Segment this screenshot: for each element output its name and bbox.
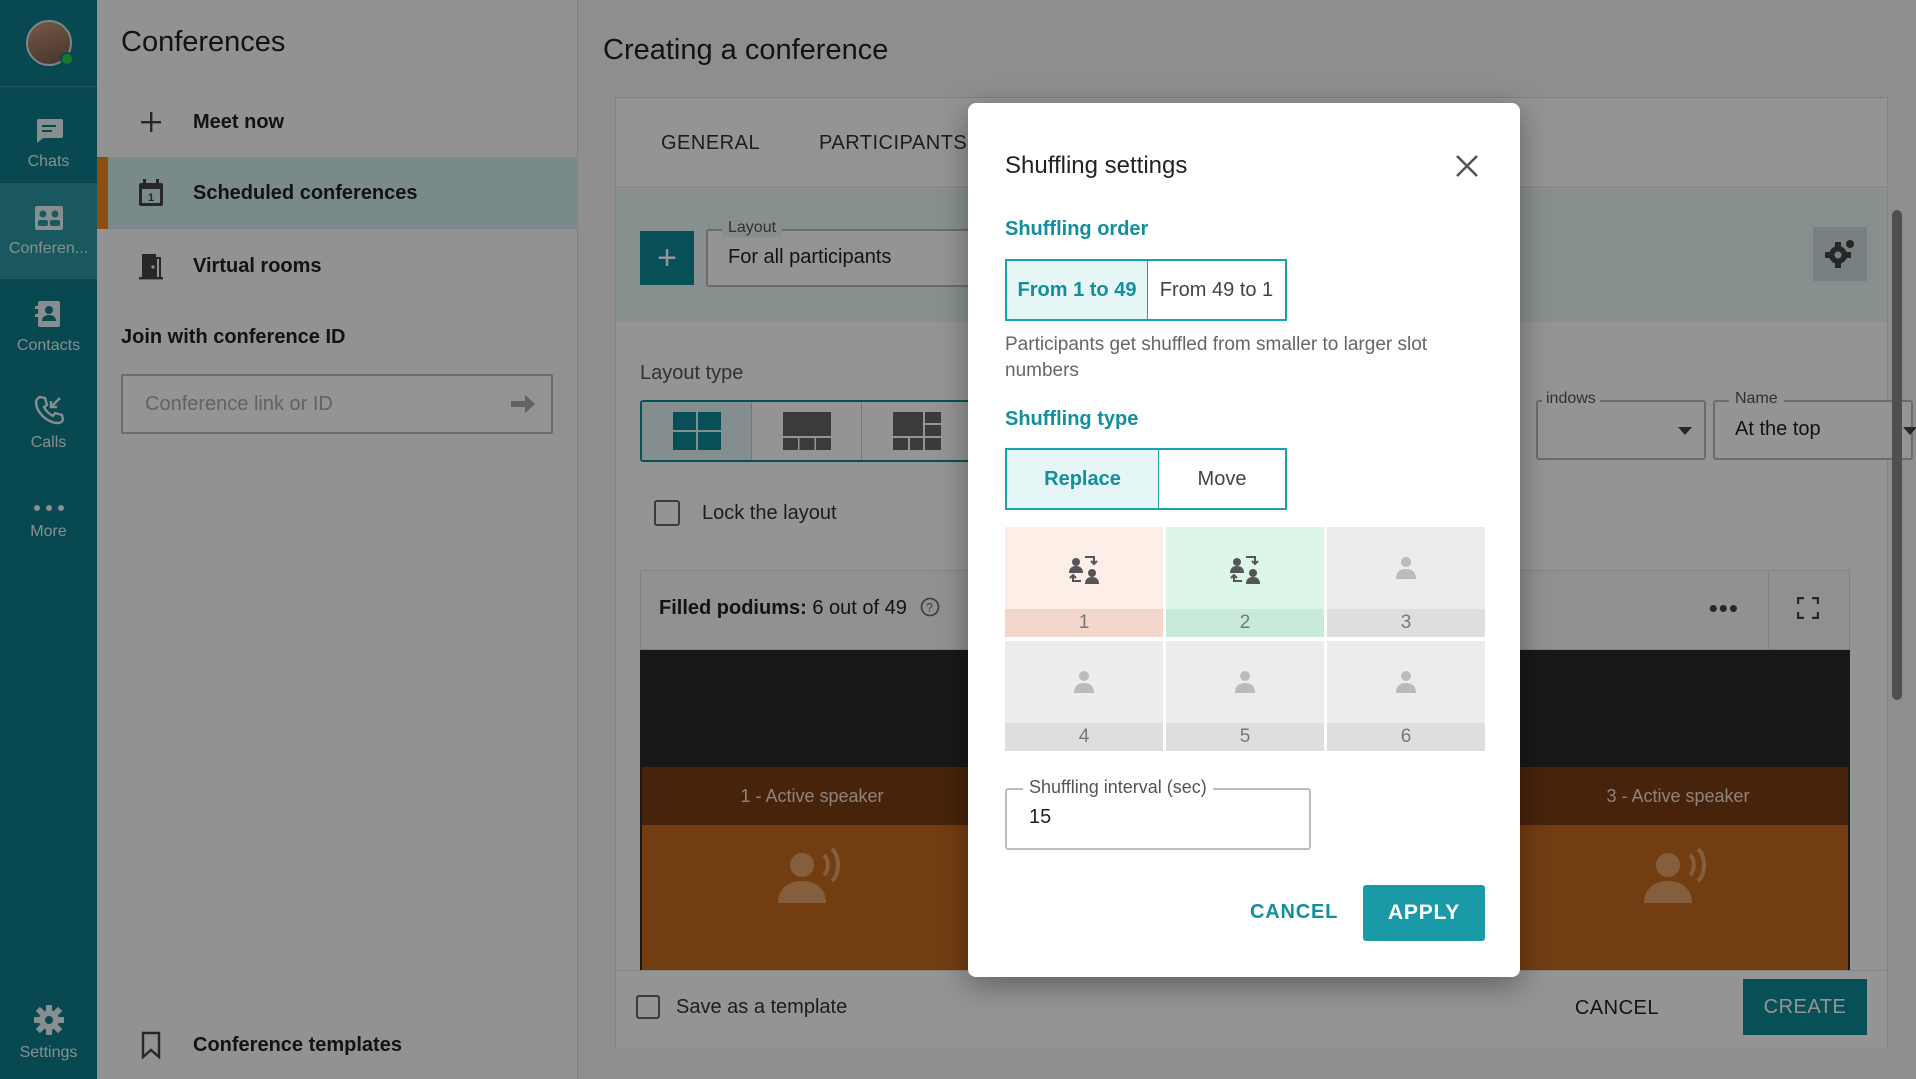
shuffling-type-selector: Replace Move (1005, 448, 1287, 510)
shuffling-order-description: Participants get shuffled from smaller t… (1005, 334, 1428, 381)
preview-cell: 4 (1005, 641, 1163, 751)
shuffling-interval-input[interactable]: Shuffling interval (sec) 15 (1005, 777, 1311, 850)
type-option-replace[interactable]: Replace (1007, 450, 1158, 508)
type-option-move[interactable]: Move (1158, 450, 1285, 508)
preview-cell: 2 (1166, 527, 1324, 637)
order-option-ascending[interactable]: From 1 to 49 (1007, 261, 1147, 319)
shuffling-type-title: Shuffling type (1005, 408, 1139, 430)
close-icon[interactable] (1452, 151, 1482, 181)
modal-backdrop[interactable] (0, 0, 1916, 1079)
shuffling-settings-dialog: Shuffling settings Shuffling order From … (968, 103, 1520, 977)
cell-number: 5 (1166, 723, 1324, 751)
cell-number: 2 (1166, 609, 1324, 637)
dialog-cancel-button[interactable]: CANCEL (1250, 901, 1338, 924)
user-icon (1074, 671, 1094, 693)
swap-users-icon (1069, 556, 1099, 584)
interval-value: 15 (1029, 806, 1052, 828)
preview-cell: 6 (1327, 641, 1485, 751)
preview-cell: 3 (1327, 527, 1485, 637)
cell-number: 4 (1005, 723, 1163, 751)
user-icon (1396, 671, 1416, 693)
cell-number: 6 (1327, 723, 1485, 751)
user-icon (1235, 671, 1255, 693)
preview-cell: 5 (1166, 641, 1324, 751)
user-icon (1396, 557, 1416, 579)
order-option-descending[interactable]: From 49 to 1 (1147, 261, 1285, 319)
shuffling-order-title: Shuffling order (1005, 218, 1149, 240)
shuffling-order-selector: From 1 to 49 From 49 to 1 (1005, 259, 1287, 321)
cell-number: 3 (1327, 609, 1485, 637)
preview-cell: 1 (1005, 527, 1163, 637)
swap-users-icon (1230, 556, 1260, 584)
interval-label: Shuffling interval (sec) (1023, 777, 1213, 798)
apply-button[interactable]: APPLY (1363, 885, 1485, 941)
dialog-title: Shuffling settings (1005, 152, 1188, 179)
cell-number: 1 (1005, 609, 1163, 637)
